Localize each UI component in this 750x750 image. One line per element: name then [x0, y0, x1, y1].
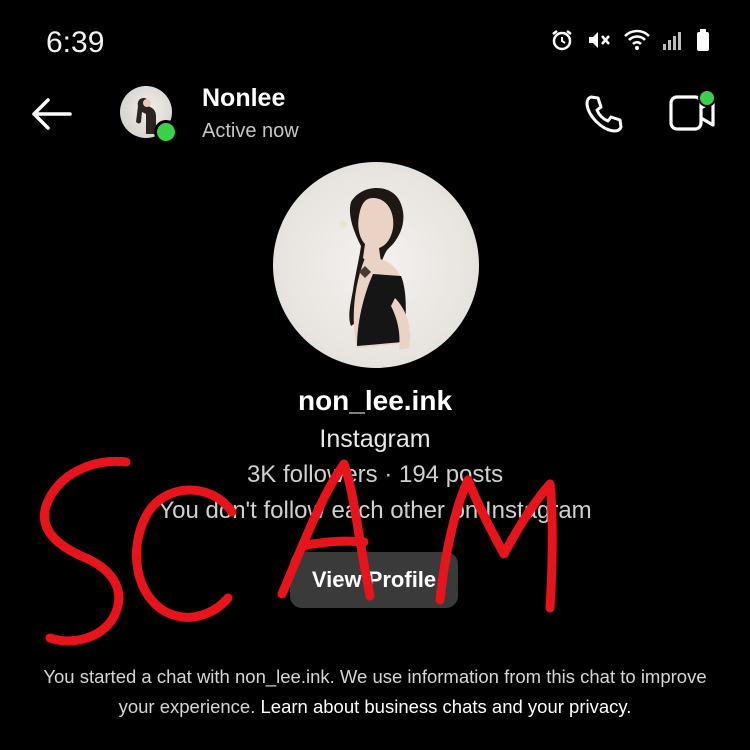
profile-platform: Instagram — [319, 425, 431, 453]
back-arrow-icon[interactable] — [26, 94, 78, 134]
profile-avatar[interactable] — [273, 162, 479, 368]
wifi-icon — [624, 29, 650, 50]
follow-status-note: You don't follow each other on Instagram — [158, 497, 592, 524]
status-time: 6:39 — [46, 26, 105, 59]
profile-photo — [339, 188, 411, 350]
view-profile-button[interactable]: View Profile — [290, 552, 458, 608]
alarm-icon — [552, 30, 572, 51]
contact-status: Active now — [202, 120, 299, 142]
video-online-dot — [698, 89, 716, 107]
chat-disclaimer: You started a chat with non_lee.ink. We … — [40, 662, 710, 722]
battery-icon — [697, 29, 709, 51]
signal-icon — [663, 32, 681, 50]
online-indicator — [154, 120, 178, 144]
mute-icon — [589, 32, 610, 48]
chat-header: Nonlee Active now — [0, 80, 750, 160]
status-icons — [550, 28, 710, 52]
profile-username: non_lee.ink — [297, 385, 453, 416]
status-bar: 6:39 — [0, 0, 750, 80]
contact-name[interactable]: Nonlee — [202, 84, 285, 113]
phone-icon[interactable] — [582, 92, 626, 136]
privacy-link[interactable]: Learn about business chats and your priv… — [261, 696, 632, 717]
profile-stats: 3K followers · 194 posts — [246, 461, 504, 488]
